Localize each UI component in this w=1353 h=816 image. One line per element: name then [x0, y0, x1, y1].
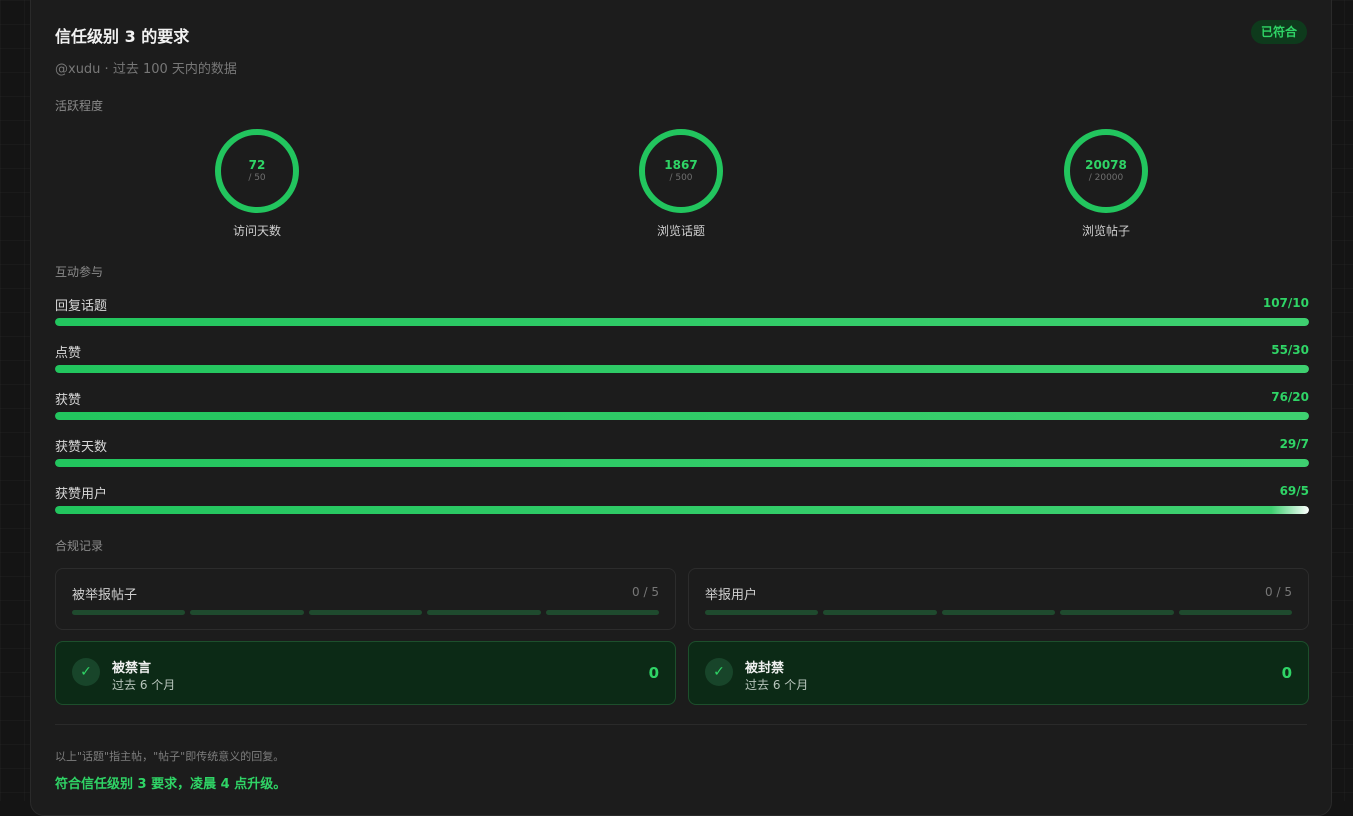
bar-row-likes-given: 点赞 55/30: [55, 342, 1309, 389]
bar-row-likes-received: 获赞 76/20: [55, 389, 1309, 436]
bar-row-replies: 回复话题 107/10: [55, 295, 1309, 342]
meter-segment: [1178, 610, 1293, 615]
check-icon: ✓: [705, 658, 733, 686]
progress-fill: [55, 318, 1309, 326]
bar-value: 29/7: [1279, 437, 1309, 451]
ok-subtitle: 过去 6 个月: [112, 678, 176, 692]
progress-track: [55, 365, 1309, 373]
trust-level-card: 信任级别 3 的要求 已符合 @xudu · 过去 100 天内的数据 活跃程度…: [30, 0, 1332, 816]
progress-fill: [55, 365, 1309, 373]
bar-row-liked-users: 获赞用户 69/5: [55, 483, 1309, 530]
ring-label: 浏览帖子: [1081, 224, 1130, 238]
progress-track: [55, 318, 1309, 326]
ring-topics-viewed: 1867 / 500 浏览话题: [621, 129, 741, 239]
meter-segment: [190, 610, 304, 615]
progress-track: [55, 506, 1309, 514]
meter-segment: [427, 610, 541, 615]
bar-label: 获赞用户: [55, 487, 108, 502]
check-icon: ✓: [72, 658, 100, 686]
progress-ring: 1867 / 500: [639, 129, 723, 213]
progress-fill: [55, 506, 1309, 514]
box-title: 被举报帖子: [72, 588, 138, 603]
box-count: 0 / 5: [632, 585, 659, 599]
bar-value: 55/30: [1271, 343, 1309, 357]
flagged-posts-box: 被举报帖子 0 / 5: [55, 568, 676, 630]
divider: [55, 724, 1307, 725]
progress-fill: [55, 459, 1309, 467]
ring-value: 72: [248, 158, 266, 172]
engagement-bars: 回复话题 107/10 点赞 55/30 获赞 76/20 获赞天数 29/7 …: [55, 295, 1309, 530]
bar-label: 点赞: [55, 346, 82, 361]
ring-visit-days: 72 / 50 访问天数: [197, 129, 317, 239]
segment-meter: [705, 610, 1293, 615]
activity-rings: 72 / 50 访问天数 1867 / 500 浏览话题 20078 / 200…: [55, 129, 1309, 239]
bar-row-liked-days: 获赞天数 29/7: [55, 436, 1309, 483]
ok-title: 被封禁: [745, 661, 785, 676]
bar-label: 获赞: [55, 393, 82, 408]
progress-ring: 20078 / 20000: [1064, 129, 1148, 213]
ring-label: 访问天数: [232, 224, 281, 238]
meter-segment: [705, 610, 819, 615]
section-label-compliance: 合规记录: [55, 539, 104, 553]
ring-value: 1867: [664, 158, 698, 172]
section-label-activity: 活跃程度: [55, 99, 104, 113]
box-count: 0 / 5: [1265, 585, 1292, 599]
ring-max: / 20000: [1088, 173, 1124, 183]
bar-label: 回复话题: [55, 299, 108, 314]
progress-track: [55, 412, 1309, 420]
result-text: 符合信任级别 3 要求，凌晨 4 点升级。: [55, 777, 287, 792]
ring-max: / 500: [669, 173, 693, 183]
page-title: 信任级别 3 的要求: [55, 27, 190, 46]
ok-subtitle: 过去 6 个月: [745, 678, 809, 692]
meter-segment: [308, 610, 423, 615]
ring-posts-read: 20078 / 20000 浏览帖子: [1046, 129, 1166, 239]
ok-value: 0: [1281, 664, 1292, 682]
meter-segment: [823, 610, 937, 615]
bar-value: 76/20: [1271, 390, 1309, 404]
ok-value: 0: [648, 664, 659, 682]
bar-value: 107/10: [1262, 296, 1309, 310]
silenced-box: ✓ 被禁言 过去 6 个月 0: [55, 641, 676, 705]
meter-segment: [72, 610, 186, 615]
ring-max: / 50: [248, 173, 266, 183]
progress-ring: 72 / 50: [215, 129, 299, 213]
meter-segment: [1060, 610, 1174, 615]
segment-meter: [72, 610, 660, 615]
flagged-users-box: 举报用户 0 / 5: [688, 568, 1309, 630]
meter-segment: [545, 610, 660, 615]
progress-fill: [55, 412, 1309, 420]
ring-label: 浏览话题: [656, 224, 705, 238]
ring-value: 20078: [1085, 158, 1127, 172]
status-badge: 已符合: [1250, 20, 1307, 44]
footnote: 以上"话题"指主帖，"帖子"即传统意义的回复。: [55, 750, 285, 763]
bar-value: 69/5: [1279, 484, 1309, 498]
page-subtitle: @xudu · 过去 100 天内的数据: [55, 62, 237, 77]
box-title: 举报用户: [705, 588, 758, 603]
ok-title: 被禁言: [112, 661, 152, 676]
bar-label: 获赞天数: [55, 440, 108, 455]
progress-track: [55, 459, 1309, 467]
suspended-box: ✓ 被封禁 过去 6 个月 0: [688, 641, 1309, 705]
section-label-engagement: 互动参与: [55, 265, 104, 279]
meter-segment: [941, 610, 1056, 615]
